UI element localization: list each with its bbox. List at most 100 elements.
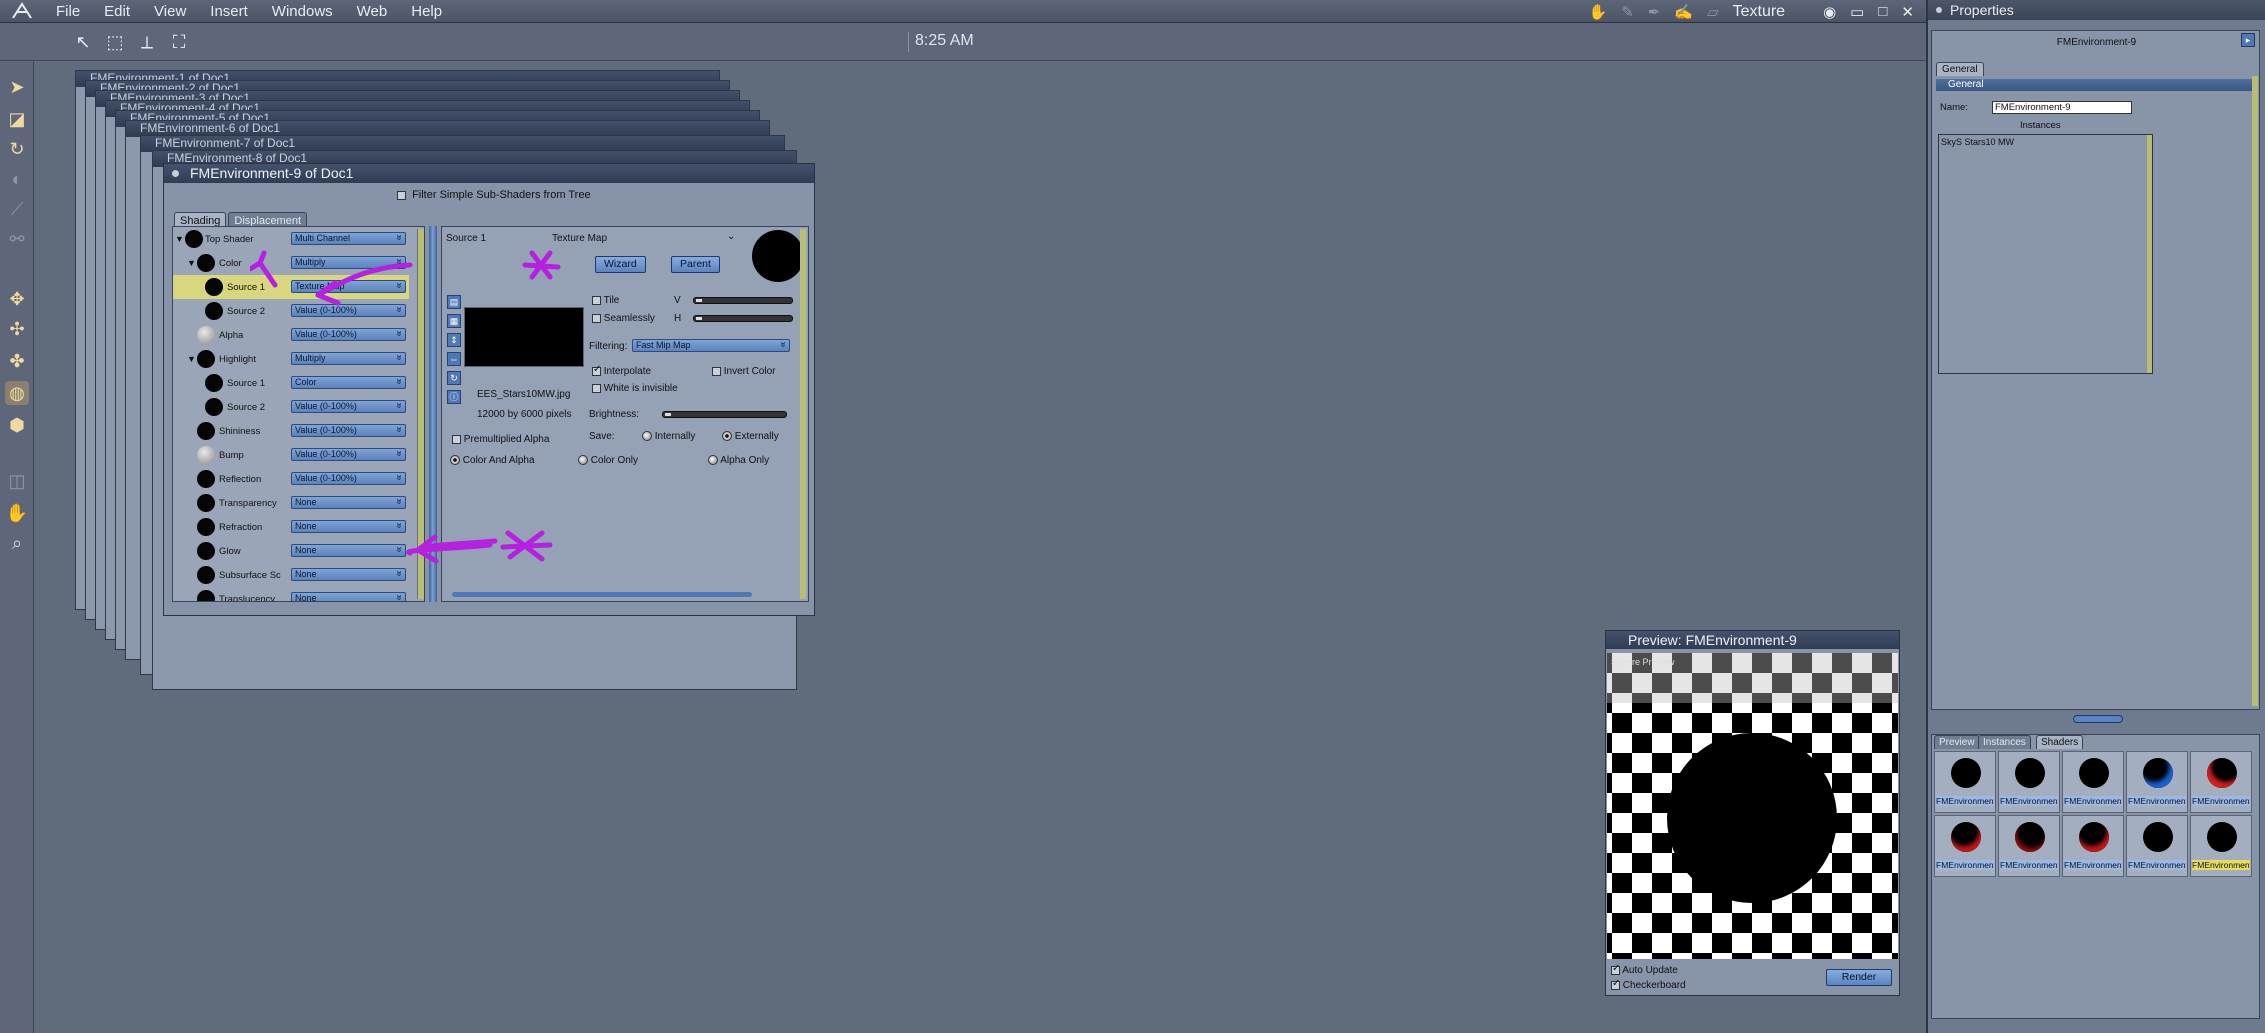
menu-file[interactable]: File — [44, 3, 92, 20]
properties-scrollbar[interactable] — [2252, 76, 2258, 706]
tab-shaders[interactable]: Shaders — [2036, 735, 2084, 749]
tab-preview[interactable]: Preview — [1934, 735, 1980, 749]
shader-thumb[interactable]: FMEnvironment — [2126, 751, 2188, 813]
shader-thumb[interactable]: FMEnvironment — [2126, 815, 2188, 877]
shader-thumb[interactable]: FMEnvironment — [2062, 815, 2124, 877]
shader-thumb[interactable]: FMEnvironment — [1998, 815, 2060, 877]
minimize-icon[interactable]: ▭ — [1850, 3, 1864, 21]
rotate-frame-icon[interactable]: ⟂ — [136, 31, 158, 53]
room-cube-icon[interactable]: ▱ — [1707, 3, 1719, 21]
general-section-header[interactable]: General — [1936, 79, 2258, 91]
taper-tool-icon[interactable]: ⟋ — [5, 197, 29, 221]
direct-select-icon[interactable]: ◪ — [5, 107, 29, 131]
sphere-tool-icon[interactable]: ◍ — [5, 381, 29, 405]
brightness-slider[interactable] — [662, 411, 787, 418]
twist-tool-icon[interactable]: ◐ — [5, 167, 29, 191]
name-field[interactable]: FMEnvironment-9 — [1992, 101, 2132, 114]
camera-icon[interactable]: ◫ — [5, 469, 29, 493]
room-hand-icon[interactable]: ✋ — [1589, 3, 1608, 21]
palette-menu-icon[interactable]: ▸ — [2241, 33, 2255, 47]
eye-icon[interactable]: ◉ — [1823, 3, 1836, 21]
auto-update-checkbox[interactable] — [1611, 963, 1620, 975]
palette-splitter[interactable] — [2073, 715, 2123, 723]
shader-thumb[interactable]: FMEnvironment — [1934, 815, 1996, 877]
tile-v-slider[interactable] — [693, 297, 793, 304]
tile-h-slider[interactable] — [693, 315, 793, 322]
menu-web[interactable]: Web — [345, 3, 400, 20]
shader-thumb[interactable]: FMEnvironment — [2190, 751, 2252, 813]
filter-sub-shaders-row[interactable]: Filter Simple Sub-Shaders from Tree — [397, 189, 591, 201]
tile-option[interactable]: Tile — [592, 295, 619, 306]
seamlessly-checkbox[interactable] — [592, 313, 601, 323]
move-z-tool-icon[interactable]: ✣ — [5, 317, 29, 341]
tab-general[interactable]: General — [1936, 62, 1984, 76]
shader-thumb[interactable]: FMEnvironment — [1934, 751, 1996, 813]
detail-horizontal-scrollbar[interactable] — [452, 592, 752, 597]
rotate-tool-icon[interactable]: ↻ — [5, 137, 29, 161]
maximize-icon[interactable]: □ — [1878, 3, 1887, 20]
menu-edit[interactable]: Edit — [92, 3, 142, 20]
externally-radio[interactable] — [722, 431, 732, 442]
cube-tool-icon[interactable]: ⬢ — [5, 413, 29, 437]
filtering-dropdown[interactable]: Fast Mip Map — [632, 339, 790, 352]
internally-radio[interactable] — [642, 431, 652, 442]
expand-triangle-icon[interactable]: ▼ — [187, 354, 196, 364]
select-arrow-icon[interactable]: ↖ — [72, 31, 94, 53]
shader-thumb[interactable]: FMEnvironment — [1998, 751, 2060, 813]
window-close-dot-icon[interactable] — [172, 170, 179, 177]
orbit-tool-icon[interactable]: ✤ — [5, 349, 29, 373]
menu-help[interactable]: Help — [399, 3, 454, 20]
tab-instances[interactable]: Instances — [1978, 735, 2031, 749]
shader-window-title[interactable]: FMEnvironment-9 of Doc1 — [164, 164, 814, 183]
tile-checkbox[interactable] — [592, 295, 601, 305]
menu-insert[interactable]: Insert — [198, 3, 260, 20]
preview-render-view[interactable]: Sphere Preview — [1607, 653, 1898, 959]
invert-color-checkbox[interactable] — [712, 366, 721, 376]
shader-thumb-selected[interactable]: FMEnvironment — [2190, 815, 2252, 877]
scale-frame-icon[interactable]: ⛶ — [168, 31, 190, 53]
interpolate-checkbox[interactable] — [592, 364, 601, 376]
expand-triangle-icon[interactable]: ▼ — [187, 258, 196, 268]
interpolate-option[interactable]: Interpolate — [592, 364, 651, 377]
room-paint-icon[interactable]: ✍ — [1674, 3, 1693, 21]
select-tool-icon[interactable]: ➤ — [5, 75, 29, 99]
instance-item[interactable]: SkyS Stars10 MW — [1941, 137, 2150, 147]
app-logo-icon[interactable] — [0, 0, 44, 23]
seamlessly-option[interactable]: Seamlessly — [592, 313, 655, 324]
auto-update-option[interactable]: Auto Update — [1611, 963, 1678, 976]
room-brush-icon[interactable]: ✎ — [1621, 3, 1634, 21]
invert-color-option[interactable]: Invert Color — [712, 366, 775, 377]
shader-dropdown[interactable]: Multi Channel — [291, 232, 406, 245]
shader-thumb[interactable]: FMEnvironment — [2062, 751, 2124, 813]
shader-dropdown[interactable]: None — [291, 592, 406, 601]
zoom-icon[interactable]: ⌕ — [5, 531, 29, 555]
checkerboard-checkbox[interactable] — [1611, 978, 1620, 990]
checkerboard-option[interactable]: Checkerboard — [1611, 978, 1686, 991]
room-pen-icon[interactable]: ✒ — [1648, 3, 1661, 21]
white-invisible-checkbox[interactable] — [592, 383, 601, 393]
properties-title[interactable]: Properties — [1928, 0, 2265, 20]
instances-scrollbar[interactable] — [2147, 135, 2152, 373]
save-internally-option[interactable]: Internally — [642, 431, 695, 442]
menu-view[interactable]: View — [142, 3, 198, 20]
close-icon[interactable]: ✕ — [1901, 3, 1914, 21]
collapse-chevron-icon[interactable]: ⌄ — [727, 231, 735, 242]
alpha-only-option[interactable]: Alpha Only — [708, 455, 769, 466]
alpha-only-radio[interactable] — [708, 455, 718, 466]
render-button[interactable]: Render — [1826, 969, 1892, 986]
detail-vertical-scrollbar[interactable] — [800, 229, 806, 599]
wizard-button[interactable]: Wizard — [595, 256, 646, 273]
parent-button[interactable]: Parent — [671, 256, 720, 273]
filter-sub-shaders-checkbox[interactable] — [397, 190, 406, 200]
menu-windows[interactable]: Windows — [260, 3, 345, 20]
tree-row-translucency[interactable]: Translucency None — [173, 587, 409, 601]
move-tool-icon[interactable]: ✥ — [5, 287, 29, 311]
save-externally-option[interactable]: Externally — [722, 431, 779, 442]
hand-icon[interactable]: ✋ — [5, 501, 29, 525]
move-frame-icon[interactable]: ⬚ — [104, 31, 126, 53]
link-tool-icon[interactable]: ⚯ — [5, 227, 29, 251]
preview-title[interactable]: Preview: FMEnvironment-9 — [1606, 631, 1899, 649]
color-only-option[interactable]: Color Only — [578, 455, 638, 466]
color-only-radio[interactable] — [578, 455, 588, 466]
palette-close-dot-icon[interactable] — [1936, 7, 1942, 13]
